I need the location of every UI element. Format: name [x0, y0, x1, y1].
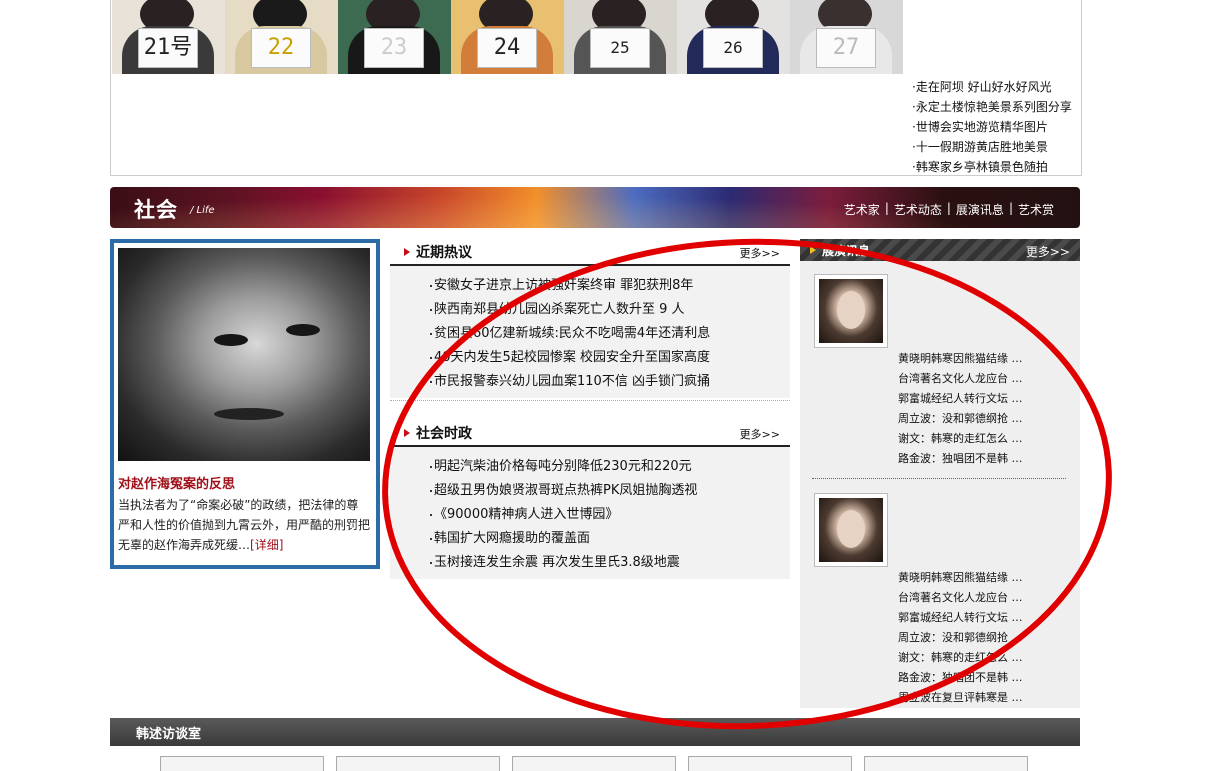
- list-item[interactable]: 台湾著名文化人龙应台 …: [898, 588, 1068, 608]
- photo-card-label: 23: [364, 28, 424, 68]
- show-list: 黄晓明韩寒因熊猫结缘 … 台湾著名文化人龙应台 … 郭富城经纪人转行文坛 … 周…: [898, 568, 1068, 708]
- photo-item[interactable]: 26: [677, 0, 790, 74]
- list-item[interactable]: 谢文：韩寒的走红怎么 …: [898, 429, 1068, 449]
- photo-strip: 21号 22 23 24 25 26 27: [112, 0, 903, 74]
- recent-panel: 近期热议 更多>> 安徽女子进京上访被强奸案终审 罪犯获刑8年 陕西南郑县幼儿园…: [390, 240, 790, 401]
- panel-title: 展演讯息: [822, 244, 871, 258]
- list-item[interactable]: 郭富城经纪人转行文坛 …: [898, 389, 1068, 409]
- show-list: 黄晓明韩寒因熊猫结缘 … 台湾著名文化人龙应台 … 郭富城经纪人转行文坛 … 周…: [898, 349, 1068, 469]
- more-link[interactable]: 更多>>: [740, 426, 780, 442]
- list-item[interactable]: 路金波：独唱团不是韩 …: [898, 668, 1068, 688]
- list-item[interactable]: 贫困县60亿建新城续:民众不吃喝需4年还清利息: [390, 322, 790, 346]
- list-item[interactable]: 安徽女子进京上访被强奸案终审 罪犯获刑8年: [390, 274, 790, 298]
- panel-title: 社会时政: [416, 426, 472, 442]
- interview-tab[interactable]: [864, 756, 1028, 771]
- list-item[interactable]: 陕西南郑县幼儿园凶杀案死亡人数升至 9 人: [390, 298, 790, 322]
- list-item[interactable]: ·世博会实地游览精华图片: [912, 117, 1082, 137]
- list-item[interactable]: 黄晓明韩寒因熊猫结缘 …: [898, 349, 1068, 369]
- photo-item[interactable]: 27: [790, 0, 903, 74]
- list-item[interactable]: 玉树接连发生余震 再次发生里氏3.8级地震: [390, 551, 790, 575]
- list-item[interactable]: 市民报警泰兴幼儿园血案110不信 凶手锁门疯捅: [390, 370, 790, 394]
- list-item[interactable]: ·永定土楼惊艳美景系列图分享: [912, 97, 1082, 117]
- nav-link-artist[interactable]: 艺术家: [844, 201, 880, 218]
- feature-summary: 当执法者为了“命案必破”的政绩，把法律的尊严和人性的价值抛到九霄云外，用严酷的刑…: [118, 498, 371, 552]
- panel-header: 近期热议 更多>>: [390, 240, 790, 266]
- triangle-icon: [810, 246, 816, 254]
- photo-card-label: 22: [251, 28, 311, 68]
- list-item[interactable]: 超级丑男伪娘贤淑哥斑点热裤PK凤姐抛胸透视: [390, 479, 790, 503]
- list-item[interactable]: ·十一假期游黄店胜地美景: [912, 137, 1082, 157]
- photo-item[interactable]: 24: [451, 0, 564, 74]
- top-news-list: ·走在阿坝 好山好水好风光 ·永定土楼惊艳美景系列图分享 ·世博会实地游览精华图…: [912, 77, 1082, 177]
- photo-item[interactable]: 22: [225, 0, 338, 74]
- photo-item[interactable]: 21号: [112, 0, 225, 74]
- panel-header: 社会时政 更多>>: [390, 421, 790, 447]
- more-link[interactable]: 更多>>: [1026, 243, 1070, 260]
- list-item[interactable]: 明起汽柴油价格每吨分别降低230元和220元: [390, 455, 790, 479]
- list-item[interactable]: 台湾著名文化人龙应台 …: [898, 369, 1068, 389]
- section-title: 社会: [134, 198, 178, 222]
- section-subtitle: / Life: [190, 205, 215, 216]
- interview-tab[interactable]: [160, 756, 324, 771]
- divider: [812, 478, 1066, 479]
- photo-card-label: 24: [477, 28, 537, 68]
- interview-tab[interactable]: [512, 756, 676, 771]
- recent-list: 安徽女子进京上访被强奸案终审 罪犯获刑8年 陕西南郑县幼儿园凶杀案死亡人数升至 …: [390, 266, 790, 398]
- section-banner: 社会 / Life 艺术家 | 艺术动态 | 展演讯息 | 艺术赏: [110, 187, 1080, 228]
- panel-title: 近期热议: [416, 245, 472, 261]
- more-link[interactable]: 更多>>: [740, 245, 780, 261]
- politics-panel: 社会时政 更多>> 明起汽柴油价格每吨分别降低230元和220元 超级丑男伪娘贤…: [390, 421, 790, 579]
- politics-list: 明起汽柴油价格每吨分别降低230元和220元 超级丑男伪娘贤淑哥斑点热裤PK凤姐…: [390, 447, 790, 579]
- photo-item[interactable]: 25: [564, 0, 677, 74]
- photo-card-label: 27: [816, 28, 876, 68]
- interview-tab[interactable]: [336, 756, 500, 771]
- portrait-image[interactable]: [814, 493, 888, 567]
- interview-tab[interactable]: [688, 756, 852, 771]
- list-item[interactable]: 周立波在复旦评韩寒是 …: [898, 688, 1068, 708]
- list-item[interactable]: 路金波：独唱团不是韩 …: [898, 449, 1068, 469]
- list-item[interactable]: 《90000精神病人进入世博园》: [390, 503, 790, 527]
- list-item[interactable]: ·走在阿坝 好山好水好风光: [912, 77, 1082, 97]
- section-title: 韩述访谈室: [136, 727, 202, 742]
- show-info-panel: 展演讯息 更多>> 黄晓明韩寒因熊猫结缘 … 台湾著名文化人龙应台 … 郭富城经…: [800, 239, 1080, 708]
- interview-section-bar: 韩述访谈室: [110, 718, 1080, 746]
- photo-card-label: 25: [590, 28, 650, 68]
- list-item[interactable]: 周立波：没和郭德纲抢 …: [898, 409, 1068, 429]
- list-item[interactable]: 周立波：没和郭德纲抢 …: [898, 628, 1068, 648]
- feature-image[interactable]: [118, 248, 370, 461]
- portrait-image[interactable]: [814, 274, 888, 348]
- nav-link-art-appreciation[interactable]: 艺术赏: [1018, 201, 1054, 218]
- list-item[interactable]: ·韩寒家乡亭林镇景色随拍: [912, 157, 1082, 177]
- nav-link-art-news[interactable]: 艺术动态: [894, 201, 942, 218]
- list-item[interactable]: 韩国扩大网瘾援助的覆盖面: [390, 527, 790, 551]
- panel-header: 展演讯息 更多>>: [800, 239, 1080, 261]
- photo-card-label: 26: [703, 28, 763, 68]
- triangle-icon: [404, 429, 410, 437]
- list-item[interactable]: 郭富城经纪人转行文坛 …: [898, 608, 1068, 628]
- feature-title[interactable]: 对赵作海冤案的反思: [118, 473, 235, 492]
- banner-nav: 艺术家 | 艺术动态 | 展演讯息 | 艺术赏: [843, 201, 1054, 218]
- nav-link-show-info[interactable]: 展演讯息: [956, 201, 1004, 218]
- photo-card-label: 21号: [138, 28, 198, 68]
- list-item[interactable]: 谢文：韩寒的走红怎么 …: [898, 648, 1068, 668]
- list-item[interactable]: 黄晓明韩寒因熊猫结缘 …: [898, 568, 1068, 588]
- list-item[interactable]: 40天内发生5起校园惨案 校园安全升至国家高度: [390, 346, 790, 370]
- feature-card: 对赵作海冤案的反思 当执法者为了“命案必破”的政绩，把法律的尊严和人性的价值抛到…: [110, 239, 380, 569]
- triangle-icon: [404, 248, 410, 256]
- photo-item[interactable]: 23: [338, 0, 451, 74]
- feature-more-link[interactable]: [详细]: [250, 538, 283, 552]
